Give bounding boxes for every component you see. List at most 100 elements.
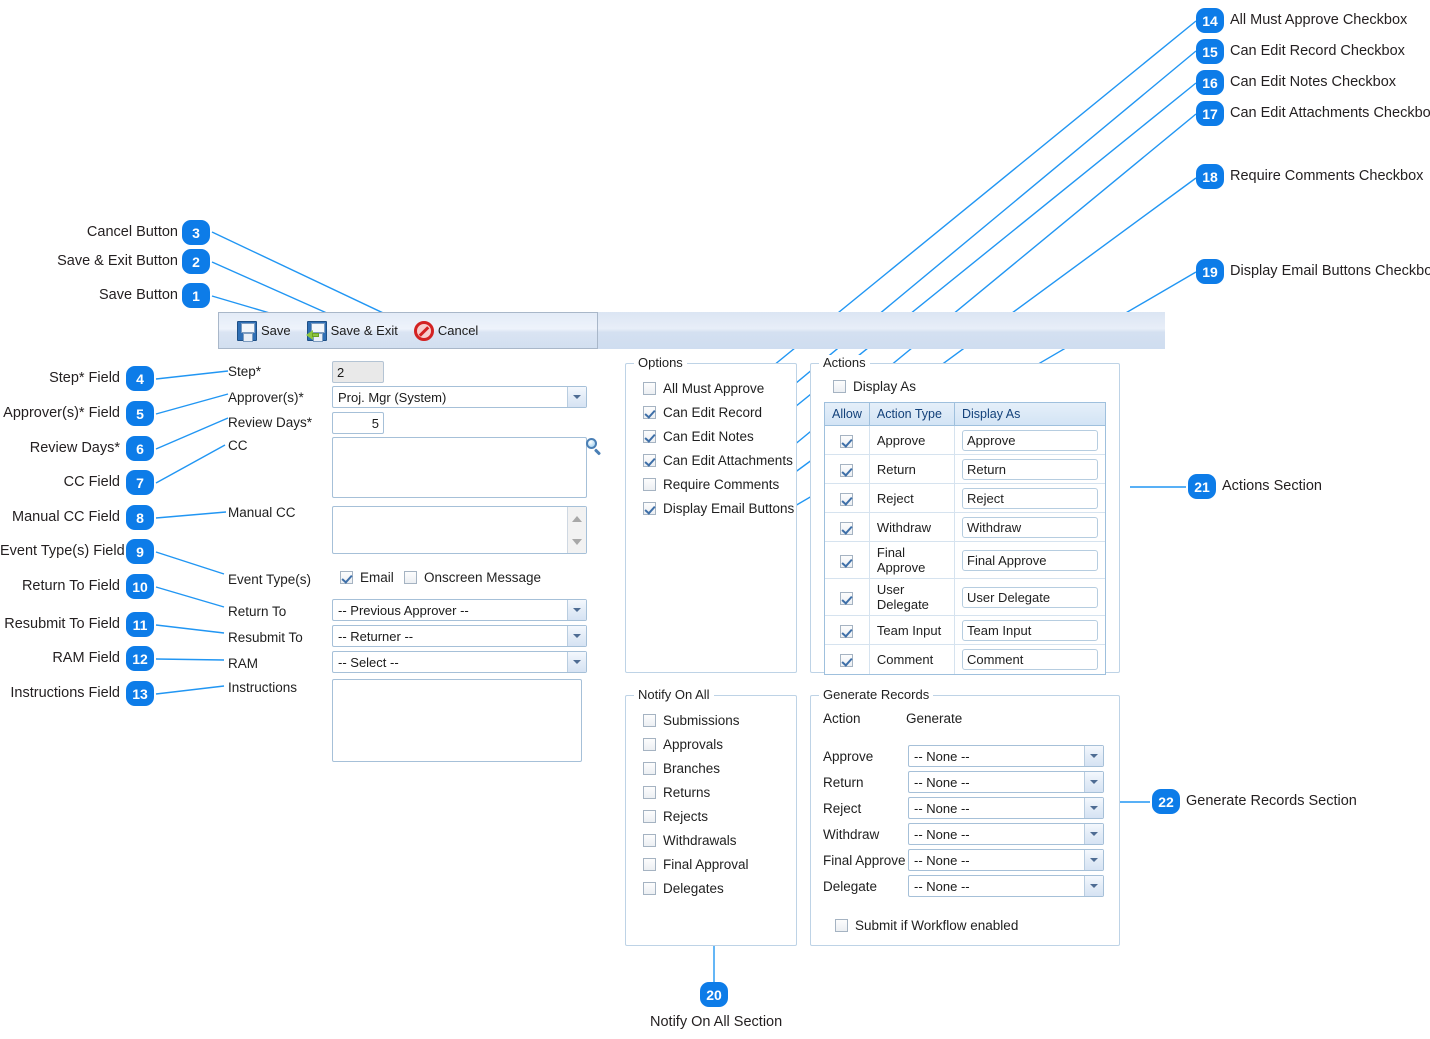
approvers-combo-value: Proj. Mgr (System) [338, 389, 447, 405]
checkbox-icon[interactable] [643, 858, 656, 871]
generate-return-combo[interactable]: -- None -- [908, 771, 1104, 793]
notify-delegates-checkbox[interactable]: Delegates [643, 881, 724, 896]
checkbox-icon[interactable] [643, 502, 656, 515]
checkbox-icon[interactable] [840, 591, 854, 605]
display-as-input[interactable] [962, 516, 1098, 538]
chevron-down-icon[interactable] [572, 538, 582, 545]
search-icon[interactable] [586, 438, 602, 456]
checkbox-icon[interactable] [643, 406, 656, 419]
notify-submissions-checkbox[interactable]: Submissions [643, 713, 740, 728]
generate-withdraw-combo[interactable]: -- None -- [908, 823, 1104, 845]
checkbox-icon[interactable] [840, 492, 854, 506]
generate-final-approve-combo[interactable]: -- None -- [908, 849, 1104, 871]
chevron-down-icon[interactable] [1084, 746, 1103, 766]
display-as-input[interactable] [962, 648, 1098, 670]
display-as-input[interactable] [962, 586, 1098, 608]
approvers-combo[interactable]: Proj. Mgr (System) [332, 386, 587, 408]
option-can-edit-attachments[interactable]: Can Edit Attachments [643, 453, 793, 468]
option-label: Require Comments [663, 477, 780, 492]
checkbox-icon[interactable] [643, 382, 656, 395]
display-as-input[interactable] [962, 487, 1098, 509]
generate-delegate-combo[interactable]: -- None -- [908, 875, 1104, 897]
step-input[interactable] [332, 361, 384, 383]
save-and-exit-button[interactable]: Save & Exit [303, 316, 404, 346]
annotation-label-4: Step* Field [49, 370, 120, 386]
chevron-down-icon[interactable] [567, 600, 586, 620]
checkbox-icon[interactable] [643, 430, 656, 443]
option-can-edit-notes[interactable]: Can Edit Notes [643, 429, 754, 444]
manual-cc-scroll-spinner[interactable] [567, 507, 586, 553]
checkbox-icon[interactable] [643, 882, 656, 895]
cancel-button[interactable]: Cancel [410, 316, 484, 346]
checkbox-icon[interactable] [643, 786, 656, 799]
checkbox-icon[interactable] [643, 810, 656, 823]
actions-section-title: Actions [819, 355, 870, 370]
checkbox-icon[interactable] [643, 478, 656, 491]
chevron-down-icon[interactable] [567, 387, 586, 407]
save-button[interactable]: Save [233, 316, 297, 346]
chevron-down-icon[interactable] [1084, 772, 1103, 792]
review-days-input[interactable] [332, 412, 384, 434]
manual-cc-textarea[interactable] [332, 506, 587, 554]
chevron-down-icon[interactable] [1084, 850, 1103, 870]
option-display-email-buttons[interactable]: Display Email Buttons [643, 501, 794, 516]
annotation-label-2: Save & Exit Button [57, 253, 178, 269]
cc-listbox[interactable] [332, 437, 587, 498]
event-type-onscreen-checkbox[interactable]: Onscreen Message [404, 570, 541, 585]
chevron-down-icon[interactable] [1084, 798, 1103, 818]
notify-rejects-checkbox[interactable]: Rejects [643, 809, 708, 824]
chevron-down-icon[interactable] [1084, 824, 1103, 844]
display-as-input[interactable] [962, 429, 1098, 451]
return-to-combo[interactable]: -- Previous Approver -- [332, 599, 587, 621]
display-as-input[interactable] [962, 549, 1098, 571]
checkbox-icon[interactable] [840, 554, 854, 568]
resubmit-to-combo-value: -- Returner -- [338, 628, 414, 644]
notify-withdrawals-checkbox[interactable]: Withdrawals [643, 833, 737, 848]
submit-if-workflow-enabled-checkbox[interactable]: Submit if Workflow enabled [835, 918, 1018, 933]
generate-reject-combo[interactable]: -- None -- [908, 797, 1104, 819]
option-require-comments[interactable]: Require Comments [643, 477, 779, 492]
checkbox-icon[interactable] [840, 521, 854, 535]
instructions-textarea[interactable] [332, 679, 582, 762]
notify-approvals-checkbox[interactable]: Approvals [643, 737, 723, 752]
option-all-must-approve[interactable]: All Must Approve [643, 381, 764, 396]
checkbox-icon[interactable] [835, 919, 848, 932]
notify-label: Returns [663, 785, 711, 800]
ram-combo[interactable]: -- Select -- [332, 651, 587, 673]
checkbox-icon[interactable] [840, 434, 854, 448]
checkbox-icon[interactable] [643, 762, 656, 775]
checkbox-icon[interactable] [840, 653, 854, 667]
checkbox-icon[interactable] [404, 571, 417, 584]
option-label: Can Edit Notes [663, 429, 754, 444]
table-row: Withdraw [825, 512, 1105, 542]
chevron-down-icon[interactable] [567, 626, 586, 646]
annotation-badge-9: 9 [126, 539, 154, 564]
checkbox-icon[interactable] [643, 714, 656, 727]
option-can-edit-record[interactable]: Can Edit Record [643, 405, 762, 420]
checkbox-icon[interactable] [340, 571, 353, 584]
checkbox-icon[interactable] [643, 738, 656, 751]
checkbox-icon[interactable] [643, 834, 656, 847]
allow-cell [825, 454, 870, 484]
table-row: Return [825, 454, 1105, 484]
checkbox-icon[interactable] [643, 454, 656, 467]
checkbox-icon[interactable] [833, 380, 846, 393]
display-as-cell [954, 615, 1105, 645]
generate-approve-combo[interactable]: -- None -- [908, 745, 1104, 767]
resubmit-to-combo[interactable]: -- Returner -- [332, 625, 587, 647]
checkbox-icon[interactable] [840, 463, 854, 477]
display-as-cell [954, 578, 1105, 616]
display-as-checkbox[interactable]: Display As [833, 379, 916, 394]
cancel-button-label: Cancel [437, 323, 479, 338]
chevron-up-icon[interactable] [572, 515, 582, 522]
event-type-email-checkbox[interactable]: Email [340, 570, 394, 585]
notify-branches-checkbox[interactable]: Branches [643, 761, 720, 776]
checkbox-icon[interactable] [840, 624, 854, 638]
notify-final-approval-checkbox[interactable]: Final Approval [643, 857, 749, 872]
display-as-input[interactable] [962, 458, 1098, 480]
notify-returns-checkbox[interactable]: Returns [643, 785, 710, 800]
chevron-down-icon[interactable] [567, 652, 586, 672]
display-as-input[interactable] [962, 619, 1098, 641]
display-as-cell [955, 645, 1106, 674]
chevron-down-icon[interactable] [1084, 876, 1103, 896]
